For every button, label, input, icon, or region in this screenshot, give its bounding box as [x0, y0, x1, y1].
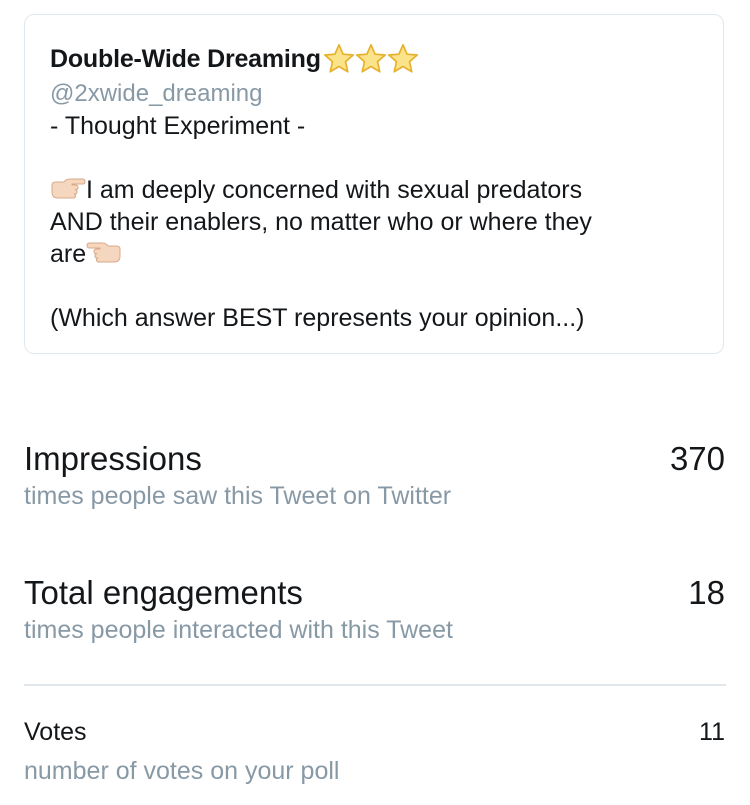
pointing-left-icon [86, 242, 121, 263]
tweet-author-row: Double-Wide Dreaming [50, 41, 698, 77]
author-name[interactable]: Double-Wide Dreaming [50, 45, 321, 74]
impressions-value: 370 [669, 440, 725, 477]
engagements-description: times people interacted with this Tweet [24, 616, 453, 644]
tweet-body-line-1: I am deeply concerned with sexual predat… [86, 176, 583, 204]
tweet-text-line: I am deeply concerned with sexual predat… [50, 174, 698, 206]
star-icon [387, 43, 418, 73]
tweet-body-line-3: are [50, 240, 87, 268]
votes-value: 11 [699, 718, 725, 746]
impressions-stat: Impressions 370 times people saw this Tw… [24, 440, 725, 511]
author-handle[interactable]: @2xwide_dreaming [50, 78, 698, 110]
tweet-text-heading: - Thought Experiment - [50, 112, 306, 140]
tweet-text-line: are [50, 238, 698, 270]
votes-stat: Votes 11 number of votes on your poll [24, 718, 725, 786]
engagements-label: Total engagements [24, 574, 303, 611]
author-badges [322, 42, 418, 76]
votes-description: number of votes on your poll [24, 757, 340, 785]
engagements-value: 18 [688, 574, 725, 611]
impressions-label: Impressions [24, 440, 202, 477]
divider [24, 684, 726, 686]
impressions-description: times people saw this Tweet on Twitter [24, 482, 452, 510]
engagements-stat: Total engagements 18 times people intera… [24, 574, 725, 645]
star-icon [323, 43, 354, 73]
votes-label: Votes [24, 718, 87, 746]
pointing-right-icon [51, 178, 86, 199]
embedded-tweet-card[interactable]: Double-Wide Dreaming @2xwide_dreaming - … [24, 14, 724, 354]
star-icon [355, 43, 386, 73]
tweet-body-line-2: AND their enablers, no matter who or whe… [50, 208, 592, 236]
tweet-poll-question: (Which answer BEST represents your opini… [50, 304, 585, 332]
